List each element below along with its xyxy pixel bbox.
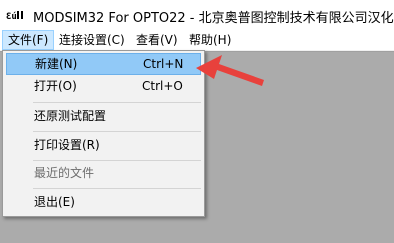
menu-item-new-label: 新建(N) xyxy=(35,57,78,71)
menu-view[interactable]: 查看(V) xyxy=(131,30,183,50)
menu-item-print-setup-label: 打印设置(R) xyxy=(34,138,100,152)
menu-separator xyxy=(33,188,201,189)
menu-file[interactable]: 文件(F) xyxy=(2,30,55,50)
menu-item-restore-test-config[interactable]: 还原测试配置 xyxy=(6,105,201,127)
menu-item-new[interactable]: 新建(N) Ctrl+N xyxy=(6,53,201,75)
menu-item-restore-label: 还原测试配置 xyxy=(34,109,107,123)
modsim-app-icon: Ɛú xyxy=(6,8,25,23)
menu-item-print-setup[interactable]: 打印设置(R) xyxy=(6,134,201,156)
menu-item-exit-label: 退出(E) xyxy=(34,195,75,209)
file-dropdown-menu: 新建(N) Ctrl+N 打开(O) Ctrl+O 还原测试配置 打印设置(R)… xyxy=(2,50,205,217)
title-bar: Ɛú MODSIM32 For OPTO22 - 北京奥普图控制技术有限公司汉化 xyxy=(0,0,394,30)
menu-bar: 文件(F) 连接设置(C) 查看(V) 帮助(H) xyxy=(0,30,394,51)
menu-item-recent-files[interactable]: 最近的文件 xyxy=(6,162,201,184)
menu-help[interactable]: 帮助(H) xyxy=(184,30,236,50)
menu-item-open[interactable]: 打开(O) Ctrl+O xyxy=(6,75,201,97)
window-title: MODSIM32 For OPTO22 - 北京奥普图控制技术有限公司汉化 xyxy=(33,11,394,26)
menu-item-recent-files-label: 最近的文件 xyxy=(34,166,95,180)
menu-item-exit[interactable]: 退出(E) xyxy=(6,191,201,213)
menu-item-open-label: 打开(O) xyxy=(34,79,77,93)
menu-item-new-shortcut: Ctrl+N xyxy=(143,57,184,71)
menu-separator xyxy=(33,160,201,161)
menu-connection-settings[interactable]: 连接设置(C) xyxy=(54,30,130,50)
menu-item-open-shortcut: Ctrl+O xyxy=(142,79,183,93)
svg-text:Ɛú: Ɛú xyxy=(6,12,17,22)
menu-separator xyxy=(33,131,201,132)
menu-separator xyxy=(33,102,201,103)
